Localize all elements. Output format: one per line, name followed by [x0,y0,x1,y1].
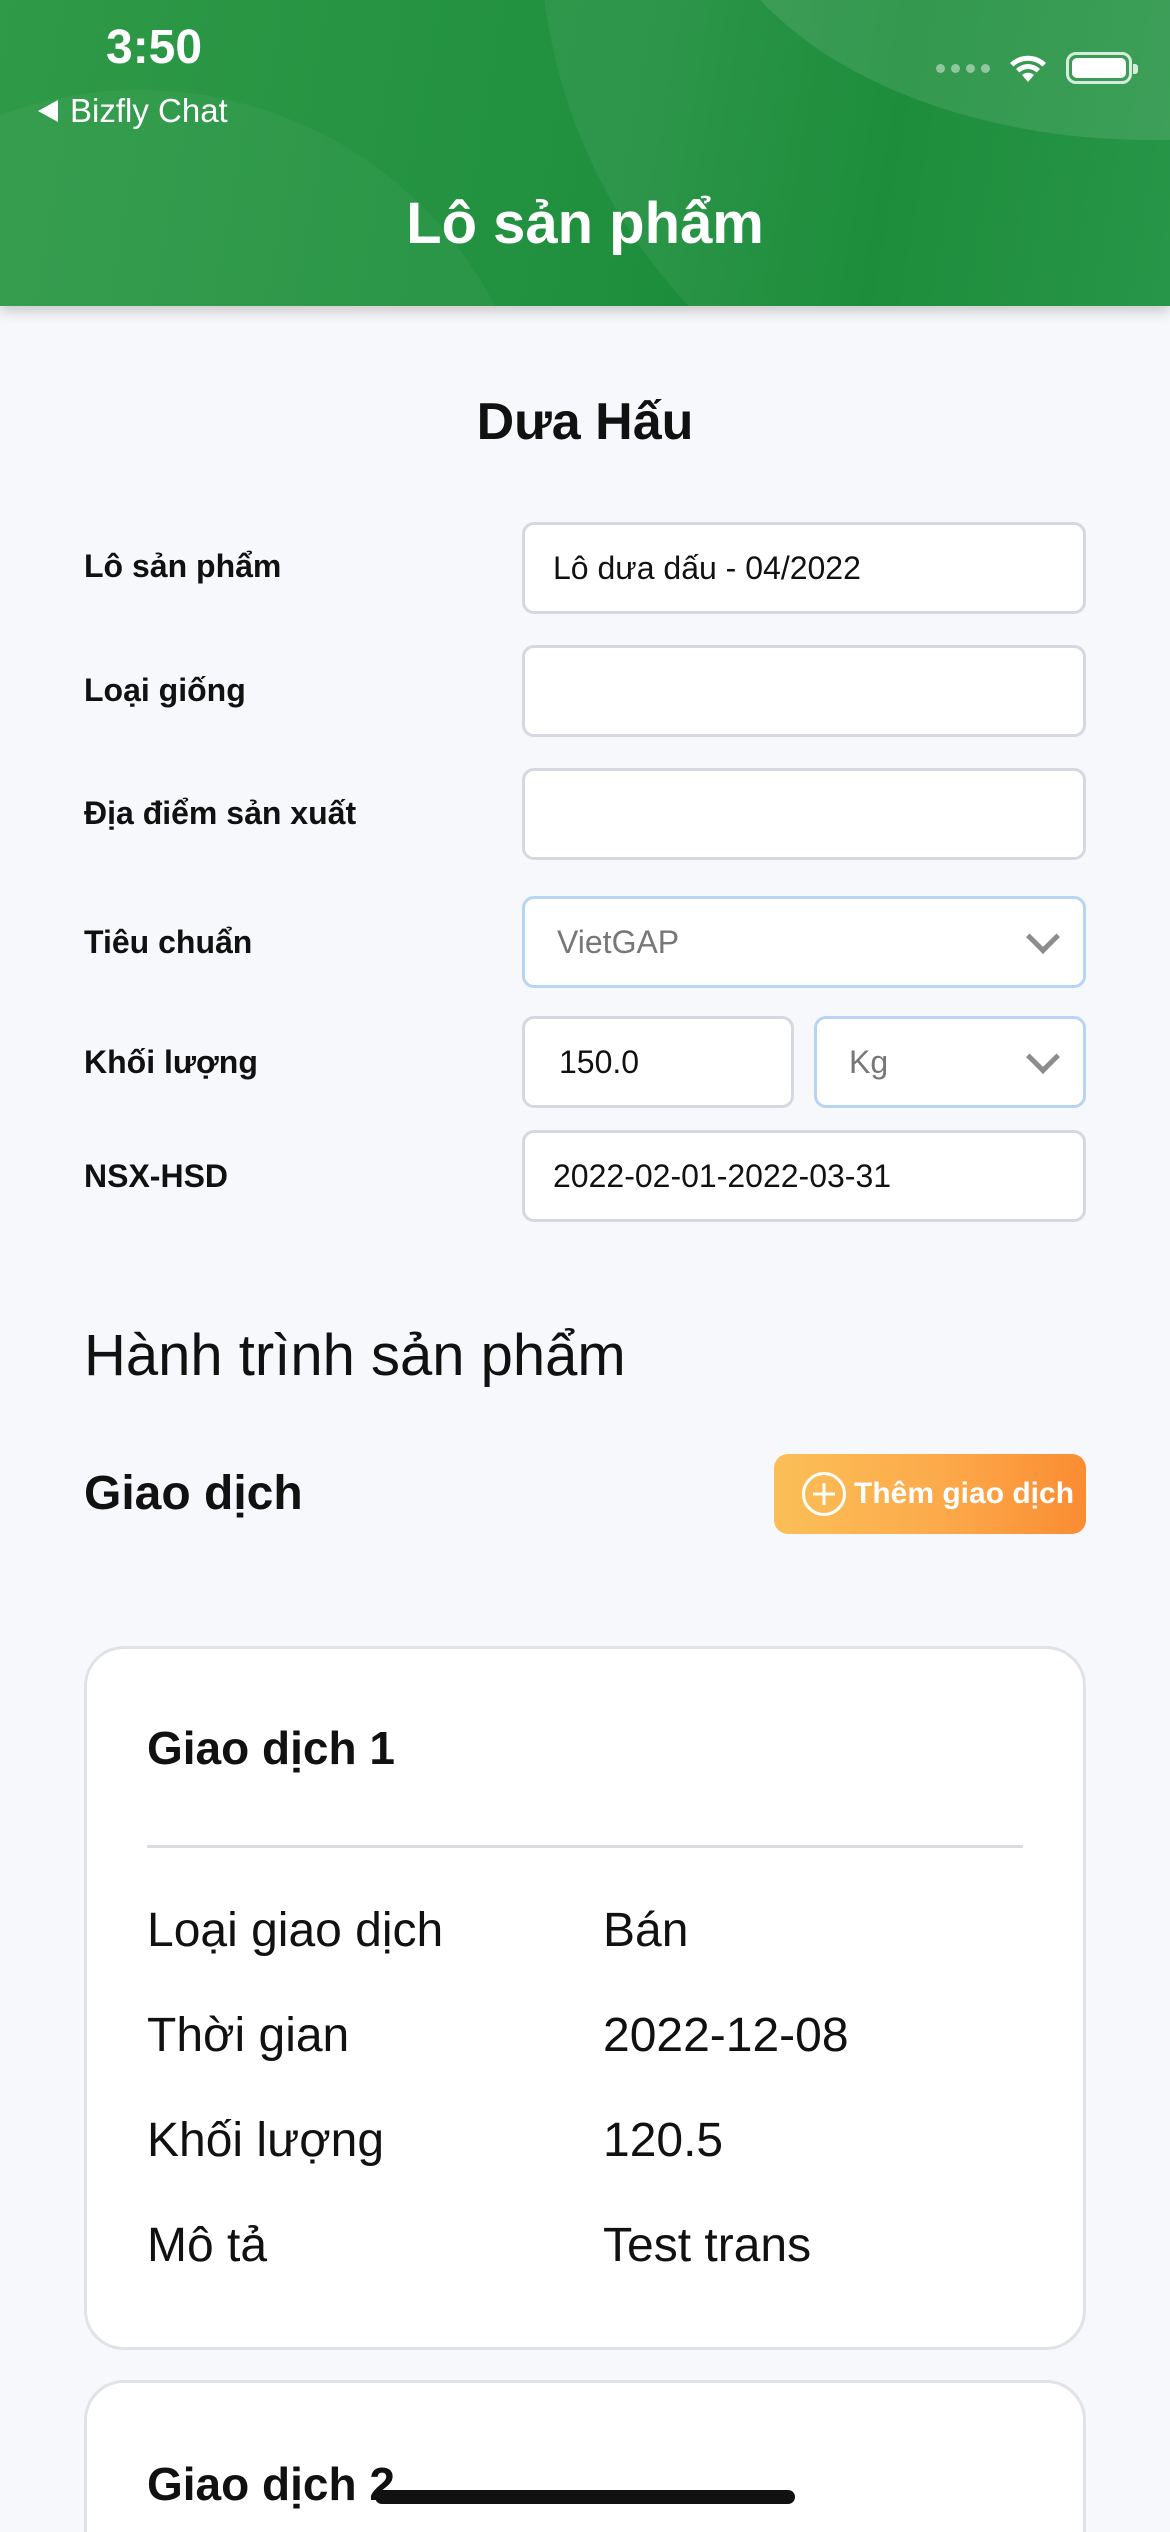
product-name: Dưa Hấu [476,393,694,451]
transaction-time-value: 2022-12-08 [603,2009,849,2062]
transaction-time-label: Thời gian [147,2009,350,2062]
add-circle-icon [802,1472,846,1516]
screen: 3:50 Bizfly Chat Lô sản phẩm Dưa Hấu Lô … [0,0,1170,2532]
weight-value: 150.0 [559,1043,640,1080]
location-field[interactable] [522,768,1086,860]
chevron-down-icon [1026,1040,1060,1074]
dates-value: 2022-02-01-2022-03-31 [553,1157,892,1194]
transaction-desc-label: Mô tả [147,2219,268,2272]
transaction-title: Giao dịch 2 [147,2458,395,2510]
home-indicator[interactable] [375,2490,795,2504]
page-title: Lô sản phẩm [406,191,764,256]
transaction-type-value: Bán [603,1904,689,1957]
standard-label: Tiêu chuẩn [84,924,253,960]
status-time: 3:50 [106,21,203,74]
lot-field[interactable]: Lô dưa dấu - 04/2022 [522,522,1086,614]
back-arrow-icon [38,100,58,122]
battery-icon [1066,52,1138,84]
wifi-icon [1010,55,1046,82]
signal-icon [936,63,990,73]
standard-value: VietGAP [557,923,680,960]
transaction-type-label: Loại giao dịch [147,1904,444,1957]
standard-select[interactable]: VietGAP [522,896,1086,988]
lot-value: Lô dưa dấu - 04/2022 [553,549,861,586]
add-transaction-button[interactable]: Thêm giao dịch [774,1454,1086,1534]
chevron-down-icon [1026,920,1060,954]
lot-label: Lô sản phẩm [84,548,282,584]
transaction-desc-value: Test trans [603,2219,812,2272]
weight-label: Khối lượng [84,1044,258,1080]
unit-select[interactable]: Kg [814,1016,1086,1108]
journey-title: Hành trình sản phẩm [84,1323,626,1388]
unit-value: Kg [849,1043,889,1080]
app-header: 3:50 Bizfly Chat Lô sản phẩm [0,0,1170,306]
card-divider [147,1845,1023,1848]
back-app-label: Bizfly Chat [70,92,228,129]
back-to-app-link[interactable]: Bizfly Chat [38,92,228,130]
add-transaction-label: Thêm giao dịch [854,1477,1075,1510]
weight-field[interactable]: 150.0 [522,1016,794,1108]
transaction-weight-label: Khối lượng [147,2114,385,2167]
transaction-title: Giao dịch 1 [147,1722,395,1774]
transaction-card[interactable]: Giao dịch 1 Loại giao dịch Bán Thời gian… [84,1646,1086,2350]
transaction-weight-value: 120.5 [603,2114,724,2167]
dates-label: NSX-HSD [84,1158,229,1194]
transactions-heading: Giao dịch [84,1467,303,1520]
location-label: Địa điểm sản xuất [84,795,357,831]
dates-field[interactable]: 2022-02-01-2022-03-31 [522,1130,1086,1222]
variety-label: Loại giống [84,672,246,708]
variety-field[interactable] [522,645,1086,737]
transaction-card[interactable]: Giao dịch 2 [84,2380,1086,2532]
status-icons [936,52,1138,84]
